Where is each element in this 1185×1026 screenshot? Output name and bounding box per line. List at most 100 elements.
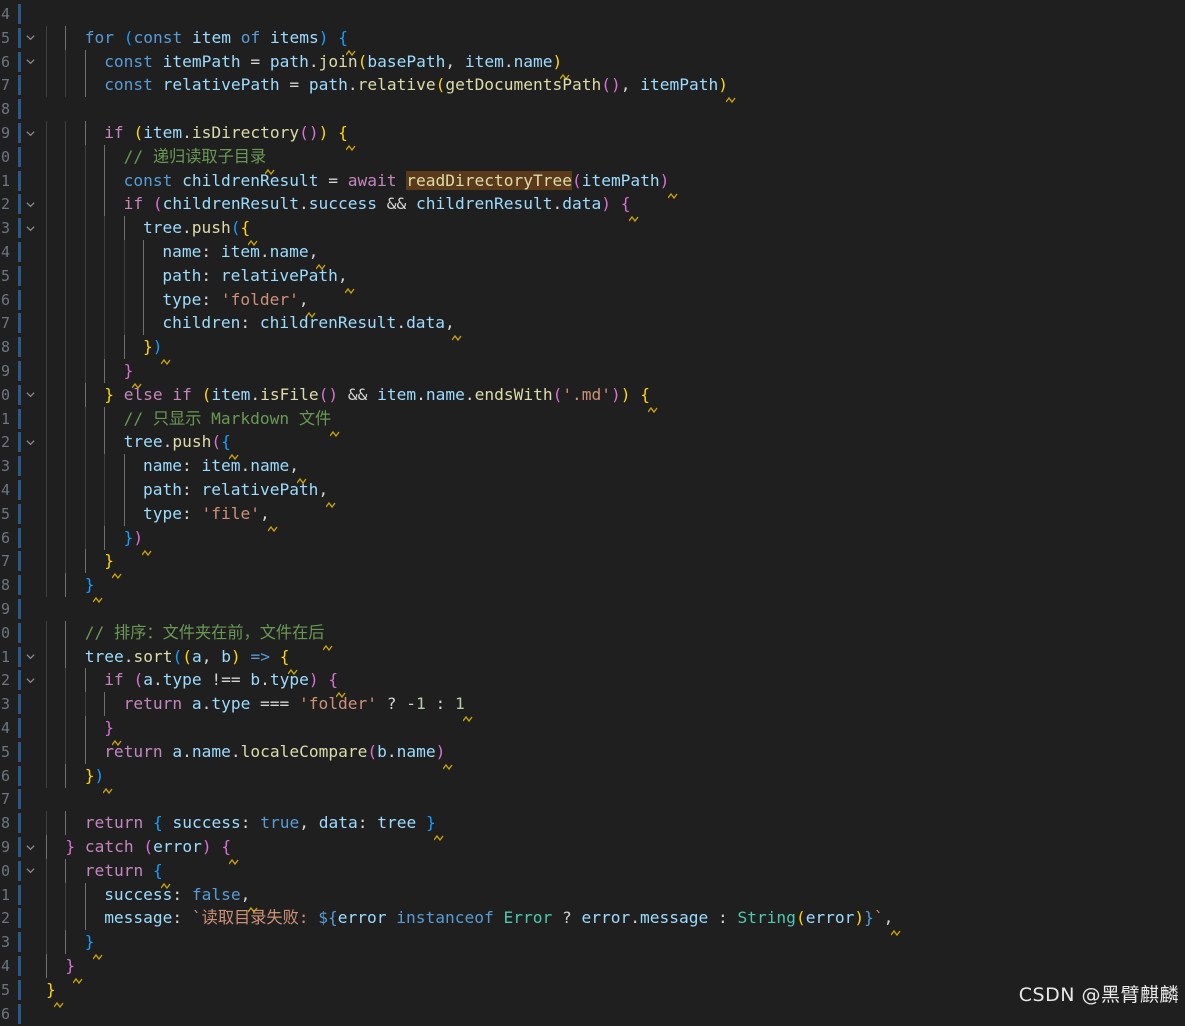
code-line[interactable]: 8}) [0, 335, 1185, 366]
code-line[interactable]: 1 tree.sort((a, b) => { [0, 644, 1185, 675]
indent-guide [84, 454, 86, 479]
code-line[interactable]: 8} [0, 573, 1185, 604]
indent-guide [104, 454, 106, 479]
indent-guide [65, 73, 67, 98]
code-text: } catch (error) { [65, 835, 231, 859]
code-line[interactable]: 9 [0, 597, 1185, 621]
indent-guide [84, 287, 86, 312]
code-line[interactable]: 4 name: item.name, [0, 240, 1185, 271]
fold-chevron-icon[interactable] [24, 835, 36, 859]
indent-guide [65, 811, 67, 836]
code-line[interactable]: 6}) [0, 763, 1185, 794]
indent-guide [46, 835, 47, 859]
code-line[interactable]: 5 path: relativePath, [0, 263, 1185, 294]
code-line[interactable]: 5 type: 'file', [0, 501, 1185, 532]
code-token: ( [230, 218, 241, 238]
code-line[interactable]: 2 if (childrenResult.success && childrenR… [0, 192, 1185, 223]
indent-guide [84, 168, 86, 193]
code-line[interactable]: 6 type: 'folder', [0, 287, 1185, 318]
code-token: for [84, 27, 115, 47]
code-line[interactable]: 5 for (const item of items) { [0, 25, 1185, 56]
indent-guide [65, 716, 67, 740]
code-line[interactable]: 7 children: childrenResult.data, [0, 311, 1185, 342]
code-token: . [308, 51, 319, 71]
code-line[interactable]: 9} catch (error) { [0, 835, 1185, 866]
indent-guide [65, 454, 67, 479]
code-line[interactable]: 3 return a.type === 'folder' ? -1 : 1 [0, 692, 1185, 723]
line-number: 8 [0, 338, 10, 357]
code-token: : [181, 480, 202, 499]
fold-chevron-icon[interactable] [24, 383, 36, 407]
code-line[interactable]: 6 [0, 1002, 1185, 1026]
indent-guide [46, 192, 47, 217]
code-line[interactable]: 1 const childrenResult = await readDirect… [0, 168, 1185, 199]
code-token: ( [571, 170, 582, 190]
code-line[interactable]: 8 return { success: true, data: tree } [0, 811, 1185, 842]
code-line[interactable]: 2 tree.push({ [0, 430, 1185, 461]
code-line[interactable]: 4 path: relativePath, [0, 478, 1185, 509]
code-line[interactable]: 4 [0, 2, 1185, 26]
fold-chevron-icon[interactable] [24, 50, 36, 74]
lint-warning-squiggle-icon [725, 87, 736, 104]
code-line[interactable]: 6}) [0, 525, 1185, 556]
code-text: return a.type === 'folder' ? -1 : 1 [124, 692, 465, 716]
indent-guide [84, 549, 86, 574]
fold-chevron-icon[interactable] [24, 645, 36, 669]
code-line[interactable]: 6 const itemPath = path.join(basePath, it… [0, 49, 1185, 80]
code-line[interactable]: 1 // 只显示 Markdown 文件 [0, 406, 1185, 437]
code-line[interactable]: 3 name: item.name, [0, 454, 1185, 485]
change-marker [18, 218, 21, 239]
fold-chevron-icon[interactable] [24, 192, 36, 216]
fold-chevron-icon[interactable] [24, 668, 36, 692]
code-token: . [123, 646, 134, 666]
indent-guide [65, 549, 67, 574]
code-line[interactable]: 4} [0, 954, 1185, 985]
lint-warning-squiggle-icon [267, 516, 278, 532]
code-line[interactable]: 2 if (a.type !== b.type) { [0, 668, 1185, 699]
change-marker [18, 51, 21, 72]
code-line[interactable]: 1 success: false, [0, 882, 1185, 913]
line-number: 1 [0, 171, 10, 190]
code-line[interactable]: 0 return { [0, 858, 1185, 889]
code-line[interactable]: 3} [0, 930, 1185, 961]
code-line[interactable]: 5} [0, 978, 1185, 1008]
code-token: . [630, 908, 640, 928]
code-text: path: relativePath, [162, 264, 347, 288]
code-token: ( [123, 27, 134, 47]
fold-chevron-icon[interactable] [24, 121, 36, 145]
code-line[interactable]: 0 // 排序：文件夹在前，文件在后 [0, 620, 1185, 651]
code-token: . [386, 741, 397, 761]
fold-chevron-icon[interactable] [24, 859, 36, 883]
code-line[interactable]: 9 if (item.isDirectory()) { [0, 121, 1185, 152]
code-text: }) [124, 526, 144, 550]
code-line[interactable]: 7 [0, 787, 1185, 811]
code-token: tree [84, 646, 124, 666]
code-token: } [123, 527, 134, 547]
code-token: b [250, 670, 261, 690]
change-marker [18, 456, 21, 477]
code-text: message: `读取目录失败: ${error instanceof Err… [104, 906, 893, 930]
code-line[interactable]: 0} else if (item.isFile() && item.name.e… [0, 382, 1185, 413]
fold-chevron-icon[interactable] [24, 430, 36, 454]
code-line[interactable]: 7 const relativePath = path.relative(getD… [0, 73, 1185, 104]
code-line[interactable]: 8 [0, 97, 1185, 121]
code-line[interactable]: 0 // 递归读取子目录 [0, 144, 1185, 175]
code-text: return a.name.localeCompare(b.name) [104, 740, 445, 764]
code-line[interactable]: 9} [0, 359, 1185, 390]
code-line[interactable]: 4} [0, 716, 1185, 747]
code-editor[interactable]: 4 5 for (const item of items) {6 const item… [0, 0, 1185, 1024]
code-line[interactable]: 3 tree.push({ [0, 216, 1185, 247]
fold-chevron-icon[interactable] [24, 26, 36, 50]
indent-guide [123, 263, 125, 288]
indent-guide [46, 335, 47, 360]
line-number: 0 [0, 623, 10, 642]
fold-chevron-icon[interactable] [24, 216, 36, 240]
code-line[interactable]: 2 message: `读取目录失败: ${error instanceof Er… [0, 906, 1185, 937]
line-number: 6 [0, 528, 10, 547]
code-line[interactable]: 5 return a.name.localeCompare(b.name) [0, 739, 1185, 770]
code-line[interactable]: 7} [0, 549, 1185, 580]
code-token: Error [503, 908, 553, 928]
indent-guide [84, 192, 86, 217]
